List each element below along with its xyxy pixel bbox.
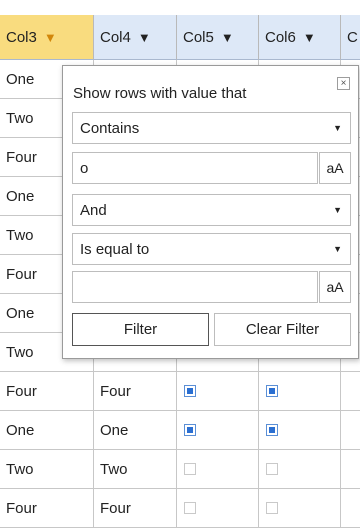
- condition1-value: Contains: [80, 119, 140, 137]
- checkbox[interactable]: [184, 502, 196, 514]
- cell-col4[interactable]: Four: [94, 372, 177, 411]
- checkbox[interactable]: [266, 424, 278, 436]
- filter-funnel-icon[interactable]: ▼: [221, 31, 234, 44]
- filter-popup: Show rows with value that × Contains ▼ o…: [62, 65, 359, 359]
- cell-col6[interactable]: [259, 411, 341, 450]
- checkbox[interactable]: [184, 463, 196, 475]
- cell-col3[interactable]: Four: [0, 489, 94, 528]
- column-header-label: Col3: [6, 28, 37, 46]
- cell-partial[interactable]: [341, 450, 360, 489]
- checkbox[interactable]: [266, 385, 278, 397]
- operator-value: And: [80, 201, 107, 219]
- cell-text: Four: [6, 148, 37, 166]
- cell-text: Two: [6, 460, 34, 478]
- cell-col6[interactable]: [259, 372, 341, 411]
- cell-text: Two: [6, 343, 34, 361]
- filter-funnel-icon[interactable]: ▼: [138, 31, 151, 44]
- cell-text: Four: [6, 499, 37, 517]
- chevron-down-icon: ▼: [333, 123, 342, 133]
- cell-text: Two: [6, 226, 34, 244]
- column-header-label: Col5: [183, 28, 214, 46]
- column-header-label: Col6: [265, 28, 296, 46]
- condition2-dropdown[interactable]: Is equal to ▼: [72, 233, 351, 265]
- column-header-col3[interactable]: Col3 ▼: [0, 15, 94, 60]
- column-header-col5[interactable]: Col5 ▼: [177, 15, 259, 60]
- cell-text: Four: [6, 265, 37, 283]
- cell-text: One: [100, 421, 129, 439]
- table-row[interactable]: Two Two: [0, 450, 360, 489]
- cell-col5[interactable]: [177, 489, 259, 528]
- match-case-toggle-1[interactable]: aA: [319, 152, 351, 184]
- cell-col4[interactable]: Four: [94, 489, 177, 528]
- cell-partial[interactable]: [341, 372, 360, 411]
- cell-text: Two: [6, 109, 34, 127]
- match-case-toggle-2[interactable]: aA: [319, 271, 351, 303]
- cell-col6[interactable]: [259, 489, 341, 528]
- value2-input[interactable]: [72, 271, 318, 303]
- operator-dropdown[interactable]: And ▼: [72, 194, 351, 226]
- cell-text: Four: [100, 499, 131, 517]
- column-header-label: Col4: [100, 28, 131, 46]
- cell-col5[interactable]: [177, 372, 259, 411]
- cell-text: One: [6, 187, 35, 205]
- table-row[interactable]: Four Four: [0, 489, 360, 528]
- cell-col3[interactable]: Two: [0, 450, 94, 489]
- cell-col4[interactable]: Two: [94, 450, 177, 489]
- cell-text: One: [6, 304, 35, 322]
- cell-text: One: [6, 70, 35, 88]
- column-header-partial[interactable]: C: [341, 15, 360, 60]
- filter-button[interactable]: Filter: [72, 313, 209, 346]
- column-header-col4[interactable]: Col4 ▼: [94, 15, 177, 60]
- filter-funnel-icon[interactable]: ▼: [303, 31, 316, 44]
- chevron-down-icon: ▼: [333, 205, 342, 215]
- column-header-label: C: [347, 28, 358, 46]
- value1-text: o: [80, 159, 89, 177]
- cell-col6[interactable]: [259, 450, 341, 489]
- cell-col3[interactable]: Four: [0, 372, 94, 411]
- condition2-value: Is equal to: [80, 240, 150, 258]
- cell-col3[interactable]: One: [0, 411, 94, 450]
- checkbox[interactable]: [184, 424, 196, 436]
- value1-input[interactable]: o: [72, 152, 318, 184]
- column-header-col6[interactable]: Col6 ▼: [259, 15, 341, 60]
- cell-text: Four: [6, 382, 37, 400]
- checkbox[interactable]: [266, 463, 278, 475]
- table-row[interactable]: One One: [0, 411, 360, 450]
- checkbox[interactable]: [266, 502, 278, 514]
- cell-text: One: [6, 421, 35, 439]
- cell-text: Two: [100, 460, 128, 478]
- cell-col5[interactable]: [177, 450, 259, 489]
- clear-filter-button[interactable]: Clear Filter: [214, 313, 351, 346]
- filter-funnel-icon[interactable]: ▼: [44, 31, 57, 44]
- cell-text: Four: [100, 382, 131, 400]
- table-row[interactable]: Four Four: [0, 372, 360, 411]
- cell-col4[interactable]: One: [94, 411, 177, 450]
- cell-partial[interactable]: [341, 489, 360, 528]
- close-icon[interactable]: ×: [337, 77, 350, 90]
- filter-popup-title: Show rows with value that: [73, 85, 247, 102]
- cell-col5[interactable]: [177, 411, 259, 450]
- checkbox[interactable]: [184, 385, 196, 397]
- cell-partial[interactable]: [341, 411, 360, 450]
- condition1-dropdown[interactable]: Contains ▼: [72, 112, 351, 144]
- chevron-down-icon: ▼: [333, 244, 342, 254]
